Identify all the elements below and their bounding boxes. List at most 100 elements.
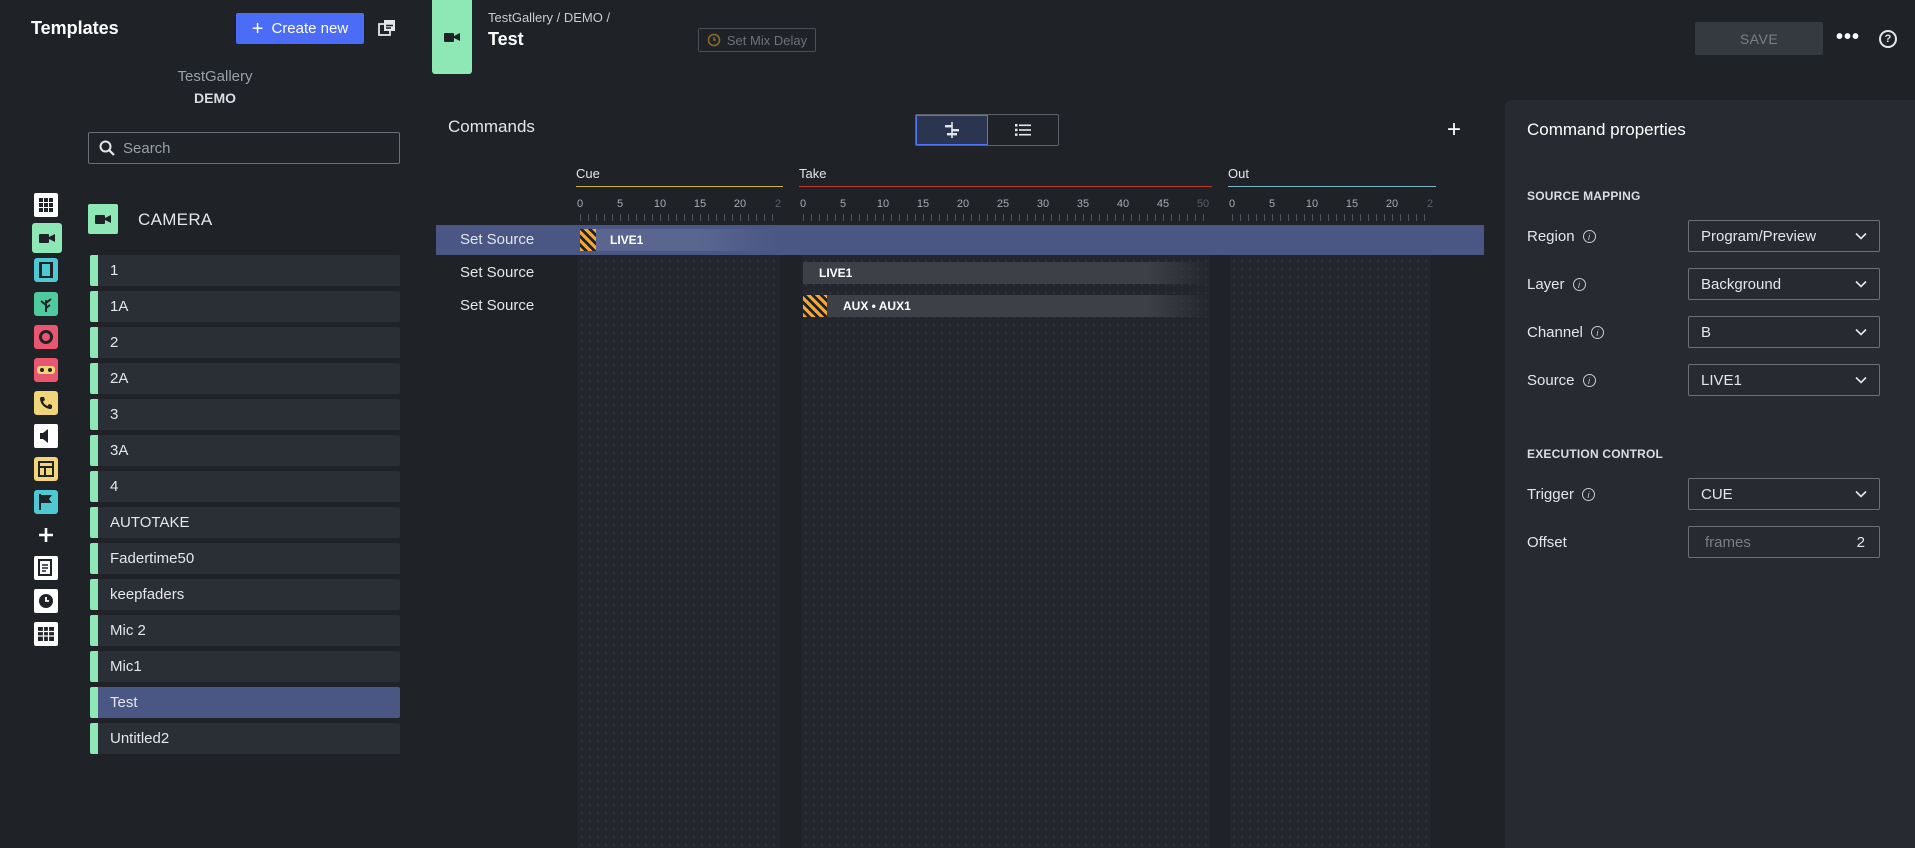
template-item[interactable]: AUTOTAKE (90, 507, 400, 538)
help-icon[interactable]: ? (1879, 30, 1897, 48)
template-item[interactable]: 4 (90, 471, 400, 502)
info-icon[interactable]: i (1582, 374, 1596, 387)
command-row-label[interactable]: Set Source (460, 297, 534, 314)
phase-take-line (799, 186, 1212, 187)
template-item[interactable]: 2A (90, 363, 400, 394)
template-item-selected[interactable]: Test (90, 687, 400, 718)
channel-select[interactable]: B (1688, 316, 1880, 348)
phase-out-label: Out (1228, 166, 1249, 181)
tick-label: 15 (1345, 198, 1359, 210)
template-item[interactable]: Mic 2 (90, 615, 400, 646)
template-item[interactable]: 2 (90, 327, 400, 358)
template-item[interactable]: keepfaders (90, 579, 400, 610)
film-icon[interactable] (34, 258, 58, 282)
duplicate-icon[interactable] (378, 19, 396, 37)
layer-select[interactable]: Background (1688, 268, 1880, 300)
command-bar[interactable]: AUX • AUX1 (803, 295, 1210, 317)
command-bar-label: AUX • AUX1 (843, 299, 911, 313)
set-mix-delay-button[interactable]: Set Mix Delay (698, 28, 816, 52)
source-select[interactable]: LIVE1 (1688, 364, 1880, 396)
camera-icon[interactable] (32, 223, 62, 253)
phone-icon[interactable] (34, 391, 58, 415)
phase-cue-line (576, 186, 783, 187)
source-label: Source i (1527, 372, 1596, 389)
layout-icon[interactable] (34, 457, 58, 481)
save-button[interactable]: SAVE (1695, 22, 1823, 55)
offset-input[interactable]: frames 2 (1688, 526, 1880, 558)
commands-title: Commands (448, 117, 535, 136)
template-item[interactable]: 1 (90, 255, 400, 286)
layer-label-text: Layer (1527, 276, 1565, 293)
trigger-label: Trigger i (1527, 486, 1595, 503)
info-icon[interactable]: i (1572, 278, 1586, 291)
template-color-stripe (90, 687, 98, 718)
tick-label: 20 (733, 198, 747, 210)
tick-label: 35 (1076, 198, 1090, 210)
template-color-stripe (90, 435, 98, 466)
info-icon[interactable]: i (1582, 230, 1596, 243)
template-color-stripe (90, 651, 98, 682)
record-icon[interactable] (34, 325, 58, 349)
more-options-icon[interactable]: ••• (1836, 26, 1860, 49)
template-item[interactable]: Fadertime50 (90, 543, 400, 574)
cue-ruler: 0 5 10 15 20 2 (576, 198, 782, 212)
create-new-button[interactable]: + Create new (236, 13, 364, 44)
clock-icon[interactable] (34, 589, 58, 613)
template-label: 1A (110, 298, 129, 315)
camera-category-badge (88, 204, 118, 234)
view-toggle[interactable] (915, 114, 1059, 146)
trigger-label-text: Trigger (1527, 486, 1574, 503)
list-view-tab[interactable] (988, 115, 1058, 145)
template-item[interactable]: Untitled2 (90, 723, 400, 754)
tick-label: 40 (1116, 198, 1130, 210)
command-row-label[interactable]: Set Source (460, 231, 534, 248)
info-icon[interactable]: i (1581, 488, 1595, 501)
gamepad-icon[interactable] (34, 358, 58, 382)
template-item[interactable]: Mic1 (90, 651, 400, 682)
command-bar[interactable]: LIVE1 (580, 229, 780, 251)
chevron-down-icon (1855, 490, 1867, 498)
flag-icon[interactable] (34, 490, 58, 514)
gallery-name: TestGallery (177, 68, 253, 85)
offset-label-text: Offset (1527, 534, 1567, 551)
layer-label: Layer i (1527, 276, 1586, 293)
script-icon[interactable] (34, 556, 58, 580)
plus-icon[interactable] (34, 523, 58, 547)
template-color-stripe (90, 471, 98, 502)
template-item[interactable]: 3 (90, 399, 400, 430)
command-row-label[interactable]: Set Source (460, 264, 534, 281)
search-input[interactable] (123, 139, 383, 157)
template-color-stripe (90, 291, 98, 322)
tick-label: 2 (1426, 198, 1434, 210)
info-icon[interactable]: i (1590, 326, 1604, 339)
phase-cue-label: Cue (576, 166, 600, 181)
offset-label: Offset (1527, 534, 1567, 551)
template-label: keepfaders (110, 586, 185, 603)
tick-label: 0 (576, 198, 584, 210)
template-label: 3 (110, 406, 119, 423)
template-item[interactable]: 3A (90, 435, 400, 466)
template-label: Untitled2 (110, 730, 170, 747)
template-label: 4 (110, 478, 119, 495)
region-label-text: Region (1527, 228, 1575, 245)
layer-value: Background (1701, 275, 1782, 293)
tick-label: 2 (774, 198, 782, 210)
table-icon[interactable] (34, 622, 58, 646)
template-label: Fadertime50 (110, 550, 195, 567)
chevron-down-icon (1855, 280, 1867, 288)
add-command-button[interactable]: + (1447, 116, 1461, 144)
search-box[interactable] (88, 132, 400, 164)
trigger-select[interactable]: CUE (1688, 478, 1880, 510)
speaker-icon[interactable] (34, 424, 58, 448)
template-item[interactable]: 1A (90, 291, 400, 322)
timeline-view-tab[interactable] (916, 115, 988, 145)
take-lane (802, 225, 1210, 848)
breadcrumb[interactable]: TestGallery / DEMO / (488, 10, 610, 25)
templates-panel: Templates + Create new TestGallery DEMO (0, 0, 420, 848)
command-bar[interactable]: LIVE1 (803, 262, 1210, 284)
tick-label: 20 (956, 198, 970, 210)
grid-icon[interactable] (34, 193, 58, 217)
region-select[interactable]: Program/Preview (1688, 220, 1880, 252)
tick-label: 10 (1305, 198, 1319, 210)
plant-icon[interactable] (34, 292, 58, 316)
